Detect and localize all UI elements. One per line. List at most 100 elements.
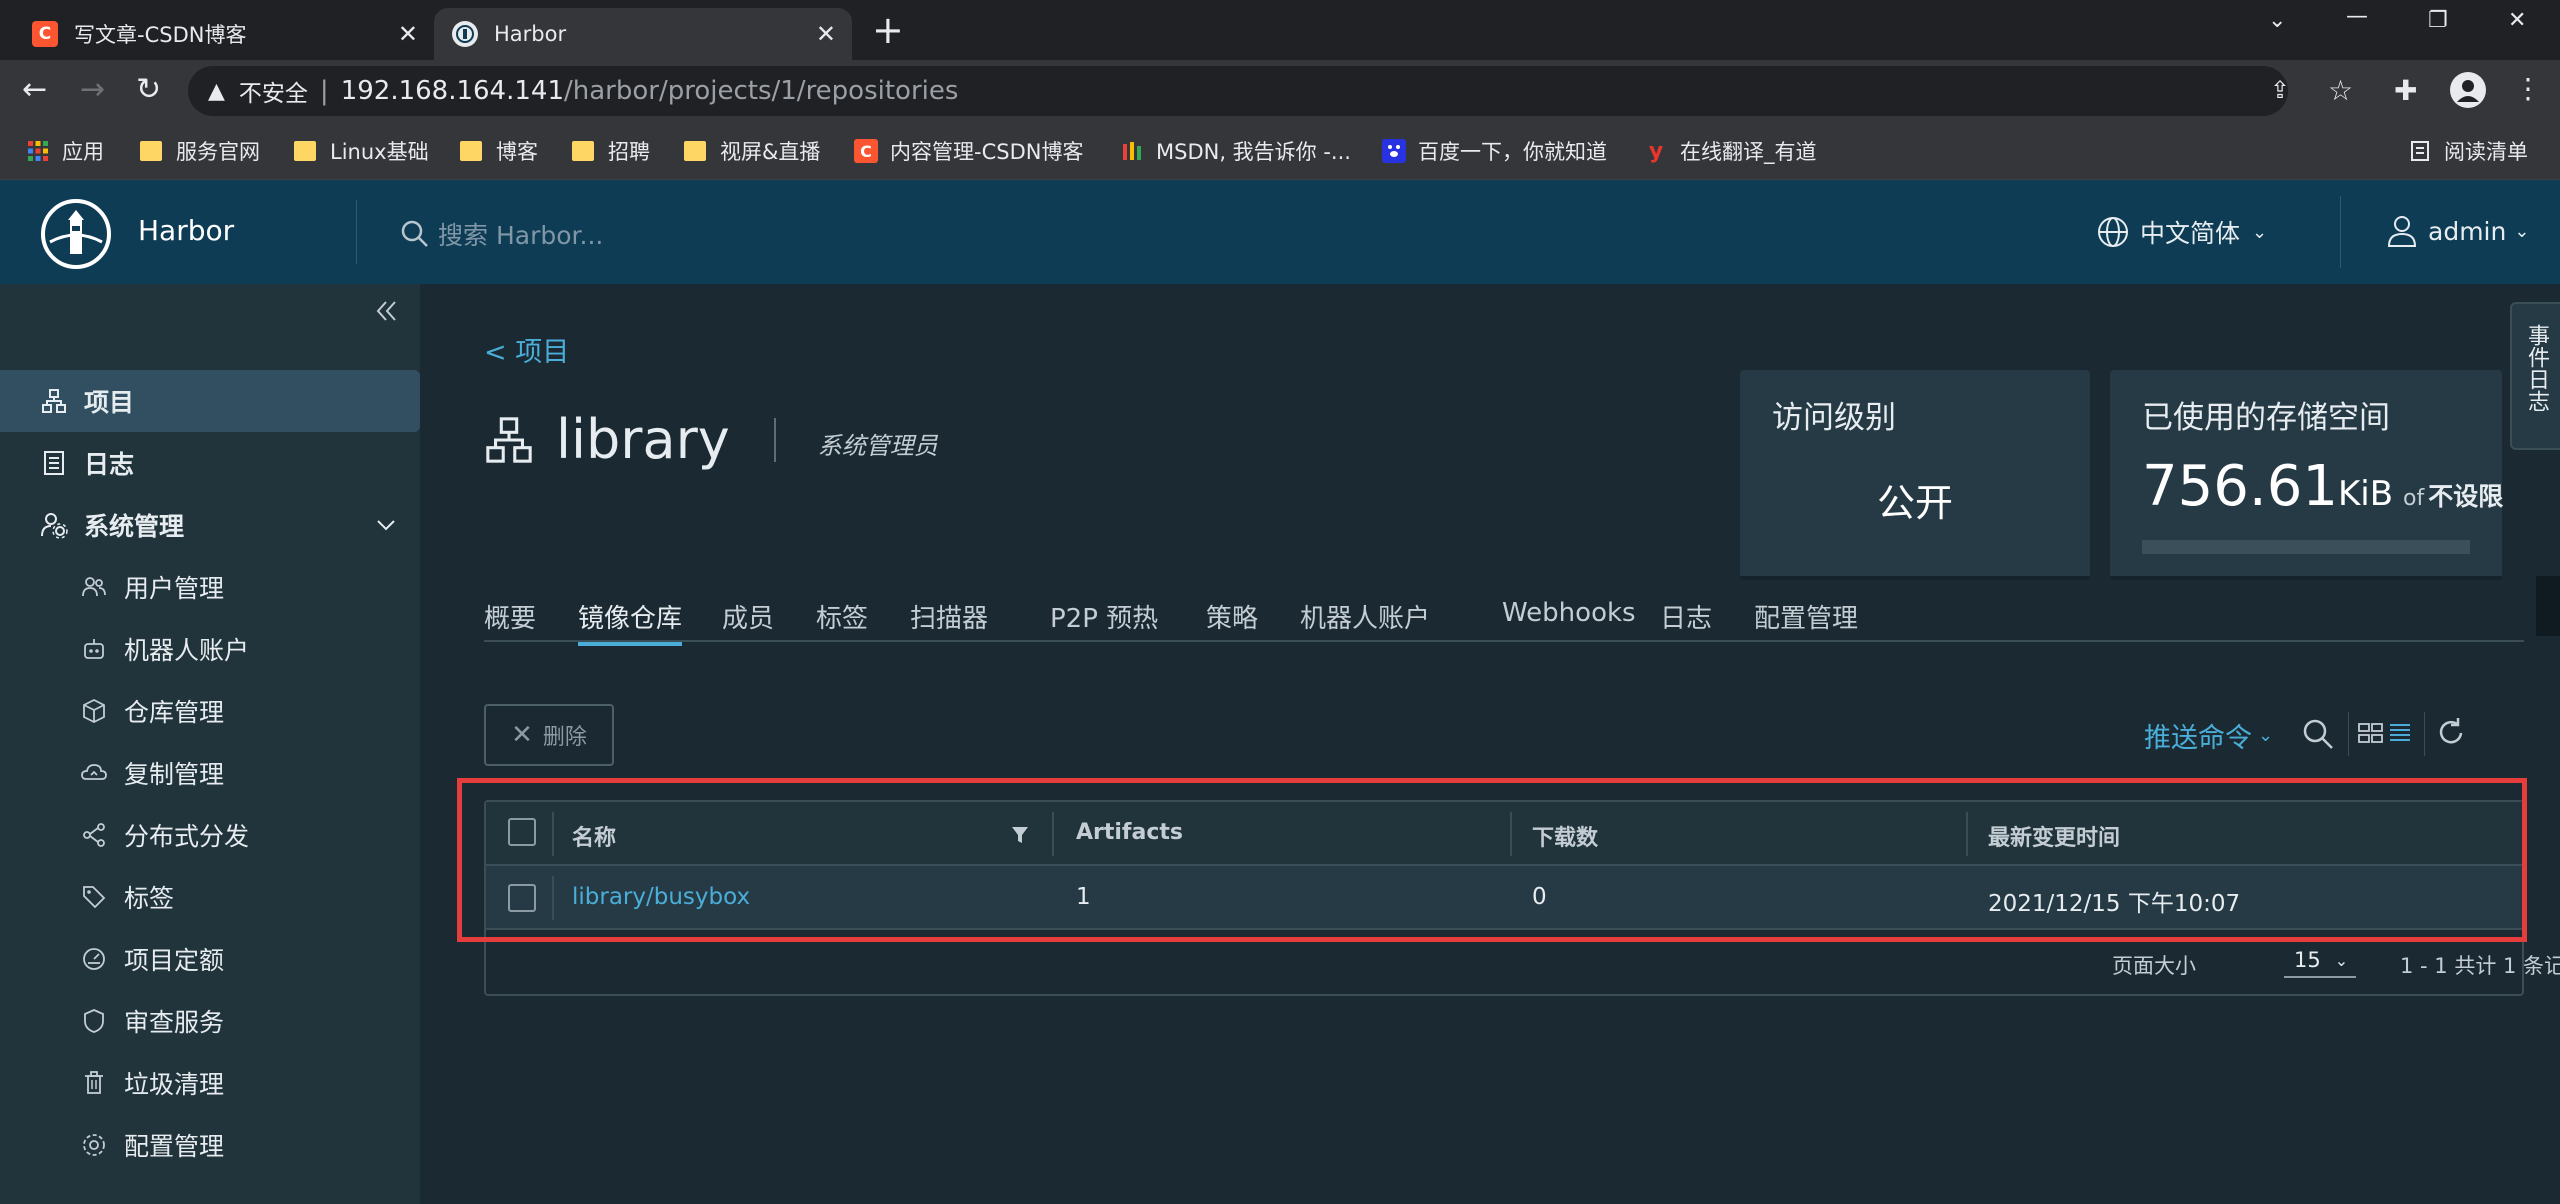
sidebar-item-garbage-collection[interactable]: 垃圾清理 bbox=[0, 1052, 420, 1114]
new-tab-icon[interactable]: + bbox=[872, 10, 904, 50]
close-window-icon[interactable]: ✕ bbox=[2508, 8, 2526, 33]
tab-configuration[interactable]: 配置管理 bbox=[1754, 598, 1858, 635]
header-divider bbox=[2340, 196, 2341, 268]
tab-webhooks[interactable]: Webhooks bbox=[1502, 598, 1636, 628]
chevron-down-icon[interactable] bbox=[374, 513, 398, 537]
sidebar-item-logs[interactable]: 日志 bbox=[0, 432, 420, 494]
sidebar-item-label: 项目 bbox=[84, 388, 135, 417]
address-separator: | bbox=[319, 76, 329, 106]
restore-icon[interactable]: ❐ bbox=[2428, 8, 2448, 33]
sidebar-item-interrogation-services[interactable]: 审查服务 bbox=[0, 990, 420, 1052]
card-title: 已使用的存储空间 bbox=[2142, 400, 2390, 436]
tab-summary[interactable]: 概要 bbox=[484, 598, 536, 635]
bookmark-folder[interactable]: Linux基础 bbox=[294, 134, 429, 168]
tab-scanner[interactable]: 扫描器 bbox=[910, 598, 988, 635]
page-title: library 系统管理员 bbox=[484, 408, 938, 471]
sidebar-item-configuration[interactable]: 配置管理 bbox=[0, 1114, 420, 1176]
search-icon[interactable] bbox=[2300, 716, 2336, 752]
forward-icon[interactable]: → bbox=[80, 72, 105, 108]
sidebar-item-quotas[interactable]: 项目定额 bbox=[0, 928, 420, 990]
bookmark-label: 招聘 bbox=[608, 140, 650, 164]
address-host: 192.168.164.141 bbox=[340, 76, 564, 106]
minimize-icon[interactable]: — bbox=[2346, 4, 2368, 29]
bookmark-folder[interactable]: 博客 bbox=[460, 134, 538, 168]
tab-search-icon[interactable]: ⌄ bbox=[2268, 8, 2286, 33]
refresh-icon[interactable] bbox=[2434, 716, 2468, 750]
tab-policy[interactable]: 策略 bbox=[1206, 598, 1258, 635]
sidebar-item-distributions[interactable]: 分布式分发 bbox=[0, 804, 420, 866]
search-icon bbox=[400, 219, 430, 249]
tab-p2p-preheat[interactable]: P2P 预热 bbox=[1050, 598, 1158, 635]
card-view-icon[interactable] bbox=[2358, 722, 2384, 744]
sidebar-item-users[interactable]: 用户管理 bbox=[0, 556, 420, 618]
collapse-sidebar-icon[interactable] bbox=[374, 298, 400, 324]
harbor-logo-icon[interactable] bbox=[40, 198, 112, 270]
address-bar[interactable]: ▲ 不安全 | 192.168.164.141 /harbor/projects… bbox=[188, 66, 2353, 116]
breadcrumb-projects[interactable]: < 项目 bbox=[484, 330, 569, 369]
search-input[interactable]: 搜索 Harbor... bbox=[438, 216, 603, 252]
share-icon[interactable]: ⇪ bbox=[2270, 76, 2290, 104]
sidebar-item-labels[interactable]: 标签 bbox=[0, 866, 420, 928]
folder-icon bbox=[294, 141, 316, 161]
language-selector[interactable]: 中文简体 ⌄ bbox=[2096, 214, 2267, 250]
browser-toolbar: ← → ↻ ▲ 不安全 | 192.168.164.141 /harbor/pr… bbox=[0, 60, 2560, 122]
bookmark-folder[interactable]: 服务官网 bbox=[140, 134, 260, 168]
sidebar-item-registries[interactable]: 仓库管理 bbox=[0, 680, 420, 742]
distribution-icon bbox=[80, 821, 108, 849]
bookmark-star-icon[interactable]: ☆ bbox=[2328, 74, 2353, 107]
browser-tab-harbor[interactable]: Harbor ✕ bbox=[434, 8, 852, 60]
tab-labels[interactable]: 标签 bbox=[816, 598, 868, 635]
tab-logs[interactable]: 日志 bbox=[1660, 598, 1712, 635]
sidebar-item-projects[interactable]: 项目 bbox=[0, 370, 420, 432]
reading-list-icon bbox=[2408, 139, 2432, 163]
sidebar-item-administration[interactable]: 系统管理 bbox=[0, 494, 420, 556]
reading-list[interactable]: 阅读清单 bbox=[2408, 134, 2528, 168]
bookmark-baidu[interactable]: 百度一下，你就知道 bbox=[1382, 134, 1607, 168]
chevron-down-icon: ⌄ bbox=[2334, 950, 2349, 970]
title-divider bbox=[773, 417, 776, 462]
tab-title: Harbor bbox=[494, 22, 567, 46]
sidebar-item-label: 配置管理 bbox=[124, 1132, 225, 1161]
bookmark-csdn[interactable]: C 内容管理-CSDN博客 bbox=[854, 134, 1083, 168]
sidebar-item-label: 标签 bbox=[124, 884, 175, 913]
user-menu[interactable]: admin ⌄ bbox=[2386, 214, 2529, 248]
side-panel-handle[interactable] bbox=[2536, 576, 2560, 636]
sidebar-item-robot-accounts[interactable]: 机器人账户 bbox=[0, 618, 420, 680]
global-search[interactable]: 搜索 Harbor... bbox=[400, 216, 603, 252]
close-tab-icon[interactable]: ✕ bbox=[398, 22, 418, 46]
extensions-icon[interactable]: ✚ bbox=[2394, 74, 2417, 107]
bookmark-msdn[interactable]: MSDN, 我告诉你 -... bbox=[1120, 134, 1351, 168]
bookmark-apps[interactable]: 应用 bbox=[26, 134, 104, 168]
sidebar-item-replications[interactable]: 复制管理 bbox=[0, 742, 420, 804]
storage-card: 已使用的存储空间 756.61KiB of 不设限 bbox=[2110, 370, 2503, 580]
tab-repositories[interactable]: 镜像仓库 bbox=[578, 598, 683, 646]
storage-progress-bar bbox=[2142, 540, 2470, 554]
delete-button[interactable]: ✕ 删除 bbox=[484, 704, 614, 766]
bookmark-youdao[interactable]: y 在线翻译_有道 bbox=[1644, 134, 1817, 168]
sidebar-item-label: 复制管理 bbox=[124, 760, 225, 789]
bookmark-label: 在线翻译_有道 bbox=[1680, 140, 1817, 164]
tab-members[interactable]: 成员 bbox=[722, 598, 774, 635]
chevron-down-icon: ⌄ bbox=[2252, 221, 2268, 243]
event-log-label: 事件日志 bbox=[2524, 324, 2549, 412]
menu-icon[interactable]: ⋮ bbox=[2514, 72, 2542, 105]
bookmark-folder[interactable]: 招聘 bbox=[572, 134, 650, 168]
list-view-icon[interactable] bbox=[2388, 722, 2412, 744]
browser-tab-csdn[interactable]: C 写文章-CSDN博客 ✕ bbox=[14, 8, 434, 60]
sidebar-item-label: 分布式分发 bbox=[124, 822, 250, 851]
page-size-select[interactable]: 15 ⌄ bbox=[2284, 944, 2356, 978]
back-icon[interactable]: ← bbox=[22, 72, 47, 108]
reload-icon[interactable]: ↻ bbox=[136, 72, 161, 108]
globe-icon bbox=[2096, 215, 2130, 249]
close-tab-icon[interactable]: ✕ bbox=[816, 22, 836, 46]
bookmark-label: 服务官网 bbox=[176, 140, 260, 164]
push-command-dropdown[interactable]: 推送命令 ⌄ bbox=[2144, 716, 2273, 755]
language-label: 中文简体 bbox=[2140, 219, 2241, 248]
folder-icon bbox=[684, 141, 706, 161]
project-tabs: 概要 镜像仓库 成员 标签 扫描器 P2P 预热 策略 机器人账户 Webhoo… bbox=[484, 590, 2524, 646]
tab-robot-accounts[interactable]: 机器人账户 bbox=[1300, 598, 1430, 635]
quota-icon bbox=[80, 945, 108, 973]
event-log-tab[interactable]: 事件日志 bbox=[2510, 302, 2560, 450]
profile-avatar-icon[interactable] bbox=[2450, 72, 2486, 108]
bookmark-folder[interactable]: 视屏&直播 bbox=[684, 134, 820, 168]
